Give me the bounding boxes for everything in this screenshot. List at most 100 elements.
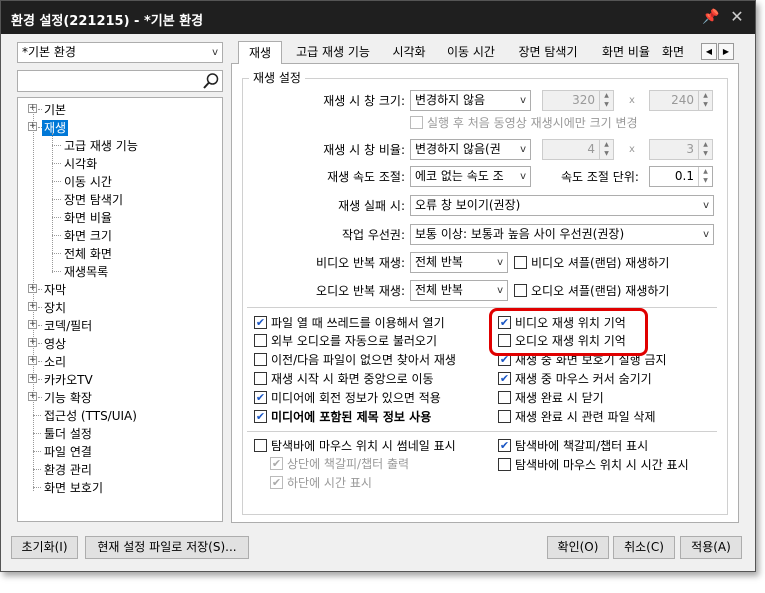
tree-connector [33,469,41,470]
tab-6[interactable]: 화면 [662,41,692,64]
spin-arrows-icon[interactable]: ▲ ▼ [698,167,712,186]
tree-item[interactable]: 고급 재생 기능 [18,137,218,155]
tree-item[interactable]: 이동 시간 [18,173,218,191]
ok-button[interactable]: 확인(O) [547,536,609,559]
spin-arrows-icon[interactable]: ▲ ▼ [599,140,613,159]
tree-item[interactable]: 화면 크기 [18,227,218,245]
checkbox-box[interactable] [254,353,267,366]
tree-item[interactable]: + 장치 [18,299,218,317]
tree-item[interactable]: 전체 화면 [18,245,218,263]
checkbox-box[interactable]: ✔ [498,439,511,452]
window-ratio-value: 변경하지 않음(권 [415,142,501,156]
tree-item[interactable]: 파일 연결 [18,443,218,461]
title-bar[interactable]: 환경 설정(221215) - *기본 환경 📌 ✕ [1,1,755,34]
audio-shuffle-label: 오디오 셔플(랜덤) 재생하기 [531,284,670,298]
speed-dropdown[interactable]: 에코 없는 속도 조 v [410,166,531,187]
tab-0[interactable]: 재생 [238,41,282,64]
search-icon[interactable] [202,72,220,90]
tree-item[interactable]: + 카카오TV [18,371,218,389]
search-input[interactable] [20,72,200,90]
settings-tree: + 기본 + 재생고급 재생 기능시각화 이동 시간 장면 탐색기 화면 비율 화면 크기 전체… [17,97,223,522]
tab-5[interactable]: 화면 비율 [590,41,662,64]
checkbox-box[interactable] [498,410,511,423]
tree-item[interactable]: 장면 탐색기 [18,191,218,209]
bottom-time-label: 하단에 시간 표시 [287,476,372,490]
spin-arrows-icon[interactable]: ▲ ▼ [599,91,613,110]
priority-dropdown[interactable]: 보통 이상: 보통과 높음 사이 우선권(권장) v [410,224,714,245]
chevron-down-icon: v [520,171,526,182]
checkbox-box[interactable] [498,458,511,471]
chevron-down-icon: v [520,95,526,106]
tree-connector [52,253,61,254]
tree-item-label: 코덱/필터 [44,319,93,333]
tree-item[interactable]: + 코덱/필터 [18,317,218,335]
window-height-stepper[interactable]: 240 ▲ ▼ [649,90,713,111]
checkbox-box[interactable]: ✔ [254,410,267,423]
ratio-width-stepper[interactable]: 4 ▲ ▼ [542,139,614,160]
tab-1[interactable]: 고급 재생 기능 [284,41,382,64]
checkbox-box[interactable] [254,439,267,452]
tree-item[interactable]: + 기본 [18,101,218,119]
preset-value: *기본 환경 [22,45,76,59]
checkbox-box[interactable] [254,334,267,347]
tab-scroll-left-icon[interactable]: ◀ [701,43,717,60]
tree-item[interactable]: 접근성 (TTS/UIA) [18,407,218,425]
tree-item[interactable]: + 소리 [18,353,218,371]
fail-dropdown[interactable]: 오류 창 보이기(권장) v [410,195,714,216]
tree-item[interactable]: 재생목록 [18,263,218,281]
tree-item[interactable]: + 기능 확장 [18,389,218,407]
close-icon[interactable]: ✕ [727,7,747,27]
chevron-down-icon: v [212,47,218,58]
checkbox-box[interactable] [514,256,527,269]
tree-item-label: 고급 재생 기능 [64,139,138,153]
tree-item-label: 재생 [42,120,69,136]
checkbox-box[interactable]: ✔ [270,457,283,470]
pin-icon[interactable]: 📌 [701,7,721,27]
ratio-height-value: 3 [686,142,694,156]
audio-repeat-value: 전체 반복 [415,283,463,297]
preset-dropdown[interactable]: *기본 환경 v [17,42,223,63]
spin-arrows-icon[interactable]: ▲ ▼ [698,140,712,159]
video-repeat-dropdown[interactable]: 전체 반복 v [410,252,508,273]
checkbox-box[interactable] [514,284,527,297]
window-size-dropdown[interactable]: 변경하지 않음 v [410,90,531,111]
tree-item[interactable]: + 재생 [18,119,218,137]
tab-scroll-right-icon[interactable]: ▶ [718,43,734,60]
window-width-stepper[interactable]: 320 ▲ ▼ [542,90,614,111]
tree-item[interactable]: 툴더 설정 [18,425,218,443]
checkbox-box[interactable]: ✔ [270,476,283,489]
video-repeat-label: 비디오 반복 재생: [316,256,405,270]
tab-3[interactable]: 이동 시간 [436,41,506,64]
checkbox-box[interactable] [410,116,423,129]
checkbox-label: 미디어에 포함된 제목 정보 사용 [271,410,432,424]
checkbox-box[interactable]: ✔ [254,391,267,404]
tree-connector [52,181,61,182]
tree-item[interactable]: 시각화 [18,155,218,173]
spin-arrows-icon[interactable]: ▲ ▼ [698,91,712,110]
tree-item[interactable]: 화면 보호기 [18,479,218,497]
ratio-height-stepper[interactable]: 3 ▲ ▼ [649,139,713,160]
checkbox-box[interactable]: ✔ [254,316,267,329]
tab-2[interactable]: 시각화 [382,41,436,64]
tree-item[interactable]: 화면 비율 [18,209,218,227]
checkbox-box[interactable] [498,391,511,404]
checkbox-label: 재생 중 마우스 커서 숨기기 [515,372,652,386]
apply-button[interactable]: 적용(A) [680,536,742,559]
priority-label: 작업 우선권: [341,228,405,242]
tree-connector [33,451,41,452]
tab-4[interactable]: 장면 탐색기 [506,41,590,64]
tree-item[interactable]: + 자막 [18,281,218,299]
checkbox-label: 파일 열 때 쓰레드를 이용해서 열기 [271,316,445,330]
tree-item[interactable]: + 영상 [18,335,218,353]
speed-unit-stepper[interactable]: 0.1 ▲ ▼ [649,166,713,187]
cancel-button[interactable]: 취소(C) [613,536,675,559]
reset-button[interactable]: 초기화(I) [11,536,78,559]
save-settings-button[interactable]: 현재 설정 파일로 저장(S)... [85,536,249,559]
checkbox-box[interactable]: ✔ [498,372,511,385]
tree-item[interactable]: 환경 관리 [18,461,218,479]
tree-item-label: 카카오TV [44,373,93,387]
window-ratio-dropdown[interactable]: 변경하지 않음(권 v [410,139,531,160]
checkbox-box[interactable] [254,372,267,385]
audio-repeat-dropdown[interactable]: 전체 반복 v [410,280,508,301]
tree-item-label: 소리 [44,355,67,369]
